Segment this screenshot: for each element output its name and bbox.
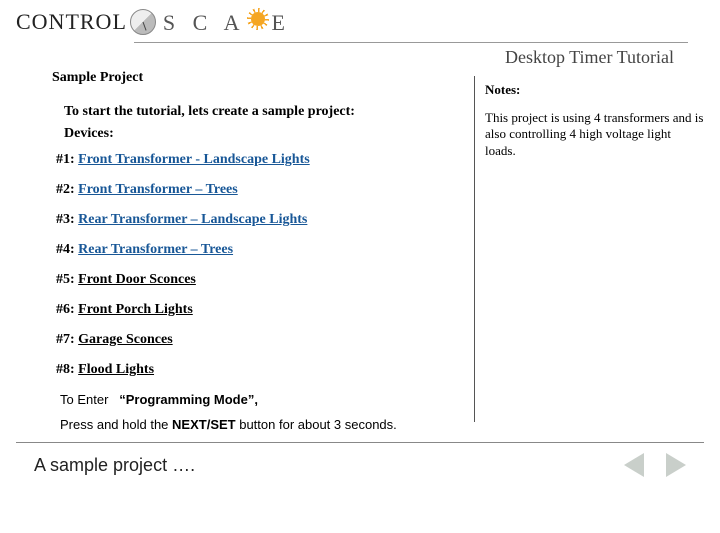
device-number: #1:: [56, 152, 78, 167]
footer: A sample project ….: [0, 443, 720, 477]
device-label: Garage Sconces: [78, 332, 172, 347]
prog-instr-pre: Press and hold the: [60, 417, 172, 432]
sun-icon: [247, 8, 269, 30]
device-number: #2:: [56, 182, 78, 197]
programming-block: To Enter “Programming Mode”, Press and h…: [60, 392, 464, 432]
brand-right: S C AE: [163, 8, 291, 36]
device-row: #2: Front Transformer – Trees: [56, 182, 464, 198]
device-number: #6:: [56, 302, 78, 317]
device-row: #6: Front Porch Lights: [56, 302, 464, 318]
brand-left: CONTROL: [16, 9, 127, 35]
device-number: #5:: [56, 272, 78, 287]
prog-mode: “Programming Mode”,: [119, 392, 258, 407]
device-number: #3:: [56, 212, 78, 227]
device-row: #3: Rear Transformer – Landscape Lights: [56, 212, 464, 228]
device-number: #4:: [56, 242, 78, 257]
slide-title: Sample Project: [52, 70, 464, 86]
device-row: #5: Front Door Sconces: [56, 272, 464, 288]
prev-arrow-icon[interactable]: [624, 453, 644, 477]
notes-header: Notes:: [485, 82, 704, 98]
device-row: #7: Garage Sconces: [56, 332, 464, 348]
notes-column: Notes: This project is using 4 transform…: [474, 76, 704, 422]
next-arrow-icon[interactable]: [666, 453, 686, 477]
device-link[interactable]: Front Transformer - Landscape Lights: [78, 152, 310, 167]
device-label: Front Porch Lights: [78, 302, 193, 317]
intro-text: To start the tutorial, lets create a sam…: [64, 104, 464, 120]
prog-instr-bold: NEXT/SET: [172, 417, 236, 432]
device-label: Front Door Sconces: [78, 272, 196, 287]
device-label: Flood Lights: [78, 362, 154, 377]
notes-body: This project is using 4 transformers and…: [485, 110, 704, 159]
device-link[interactable]: Rear Transformer – Trees: [78, 242, 233, 257]
main-column: Sample Project To start the tutorial, le…: [16, 70, 474, 432]
device-link[interactable]: Rear Transformer – Landscape Lights: [78, 212, 307, 227]
device-row: #8: Flood Lights: [56, 362, 464, 378]
device-number: #8:: [56, 362, 78, 377]
device-row: #4: Rear Transformer – Trees: [56, 242, 464, 258]
clock-icon: [130, 9, 156, 35]
prog-instr-post: button for about 3 seconds.: [236, 417, 397, 432]
device-link[interactable]: Front Transformer – Trees: [78, 182, 238, 197]
device-row: #1: Front Transformer - Landscape Lights: [56, 152, 464, 168]
doc-title: Desktop Timer Tutorial: [16, 43, 704, 70]
nav-arrows: [624, 453, 686, 477]
device-list: #1: Front Transformer - Landscape Lights…: [56, 152, 464, 378]
brand-logo: CONTROL S C AE: [16, 8, 704, 36]
content: Sample Project To start the tutorial, le…: [0, 70, 720, 432]
device-number: #7:: [56, 332, 78, 347]
prog-prefix: To Enter: [60, 392, 108, 407]
header: CONTROL S C AE Desktop Timer Tutorial: [0, 0, 720, 70]
footer-text: A sample project ….: [34, 455, 195, 476]
devices-header: Devices:: [64, 126, 464, 142]
